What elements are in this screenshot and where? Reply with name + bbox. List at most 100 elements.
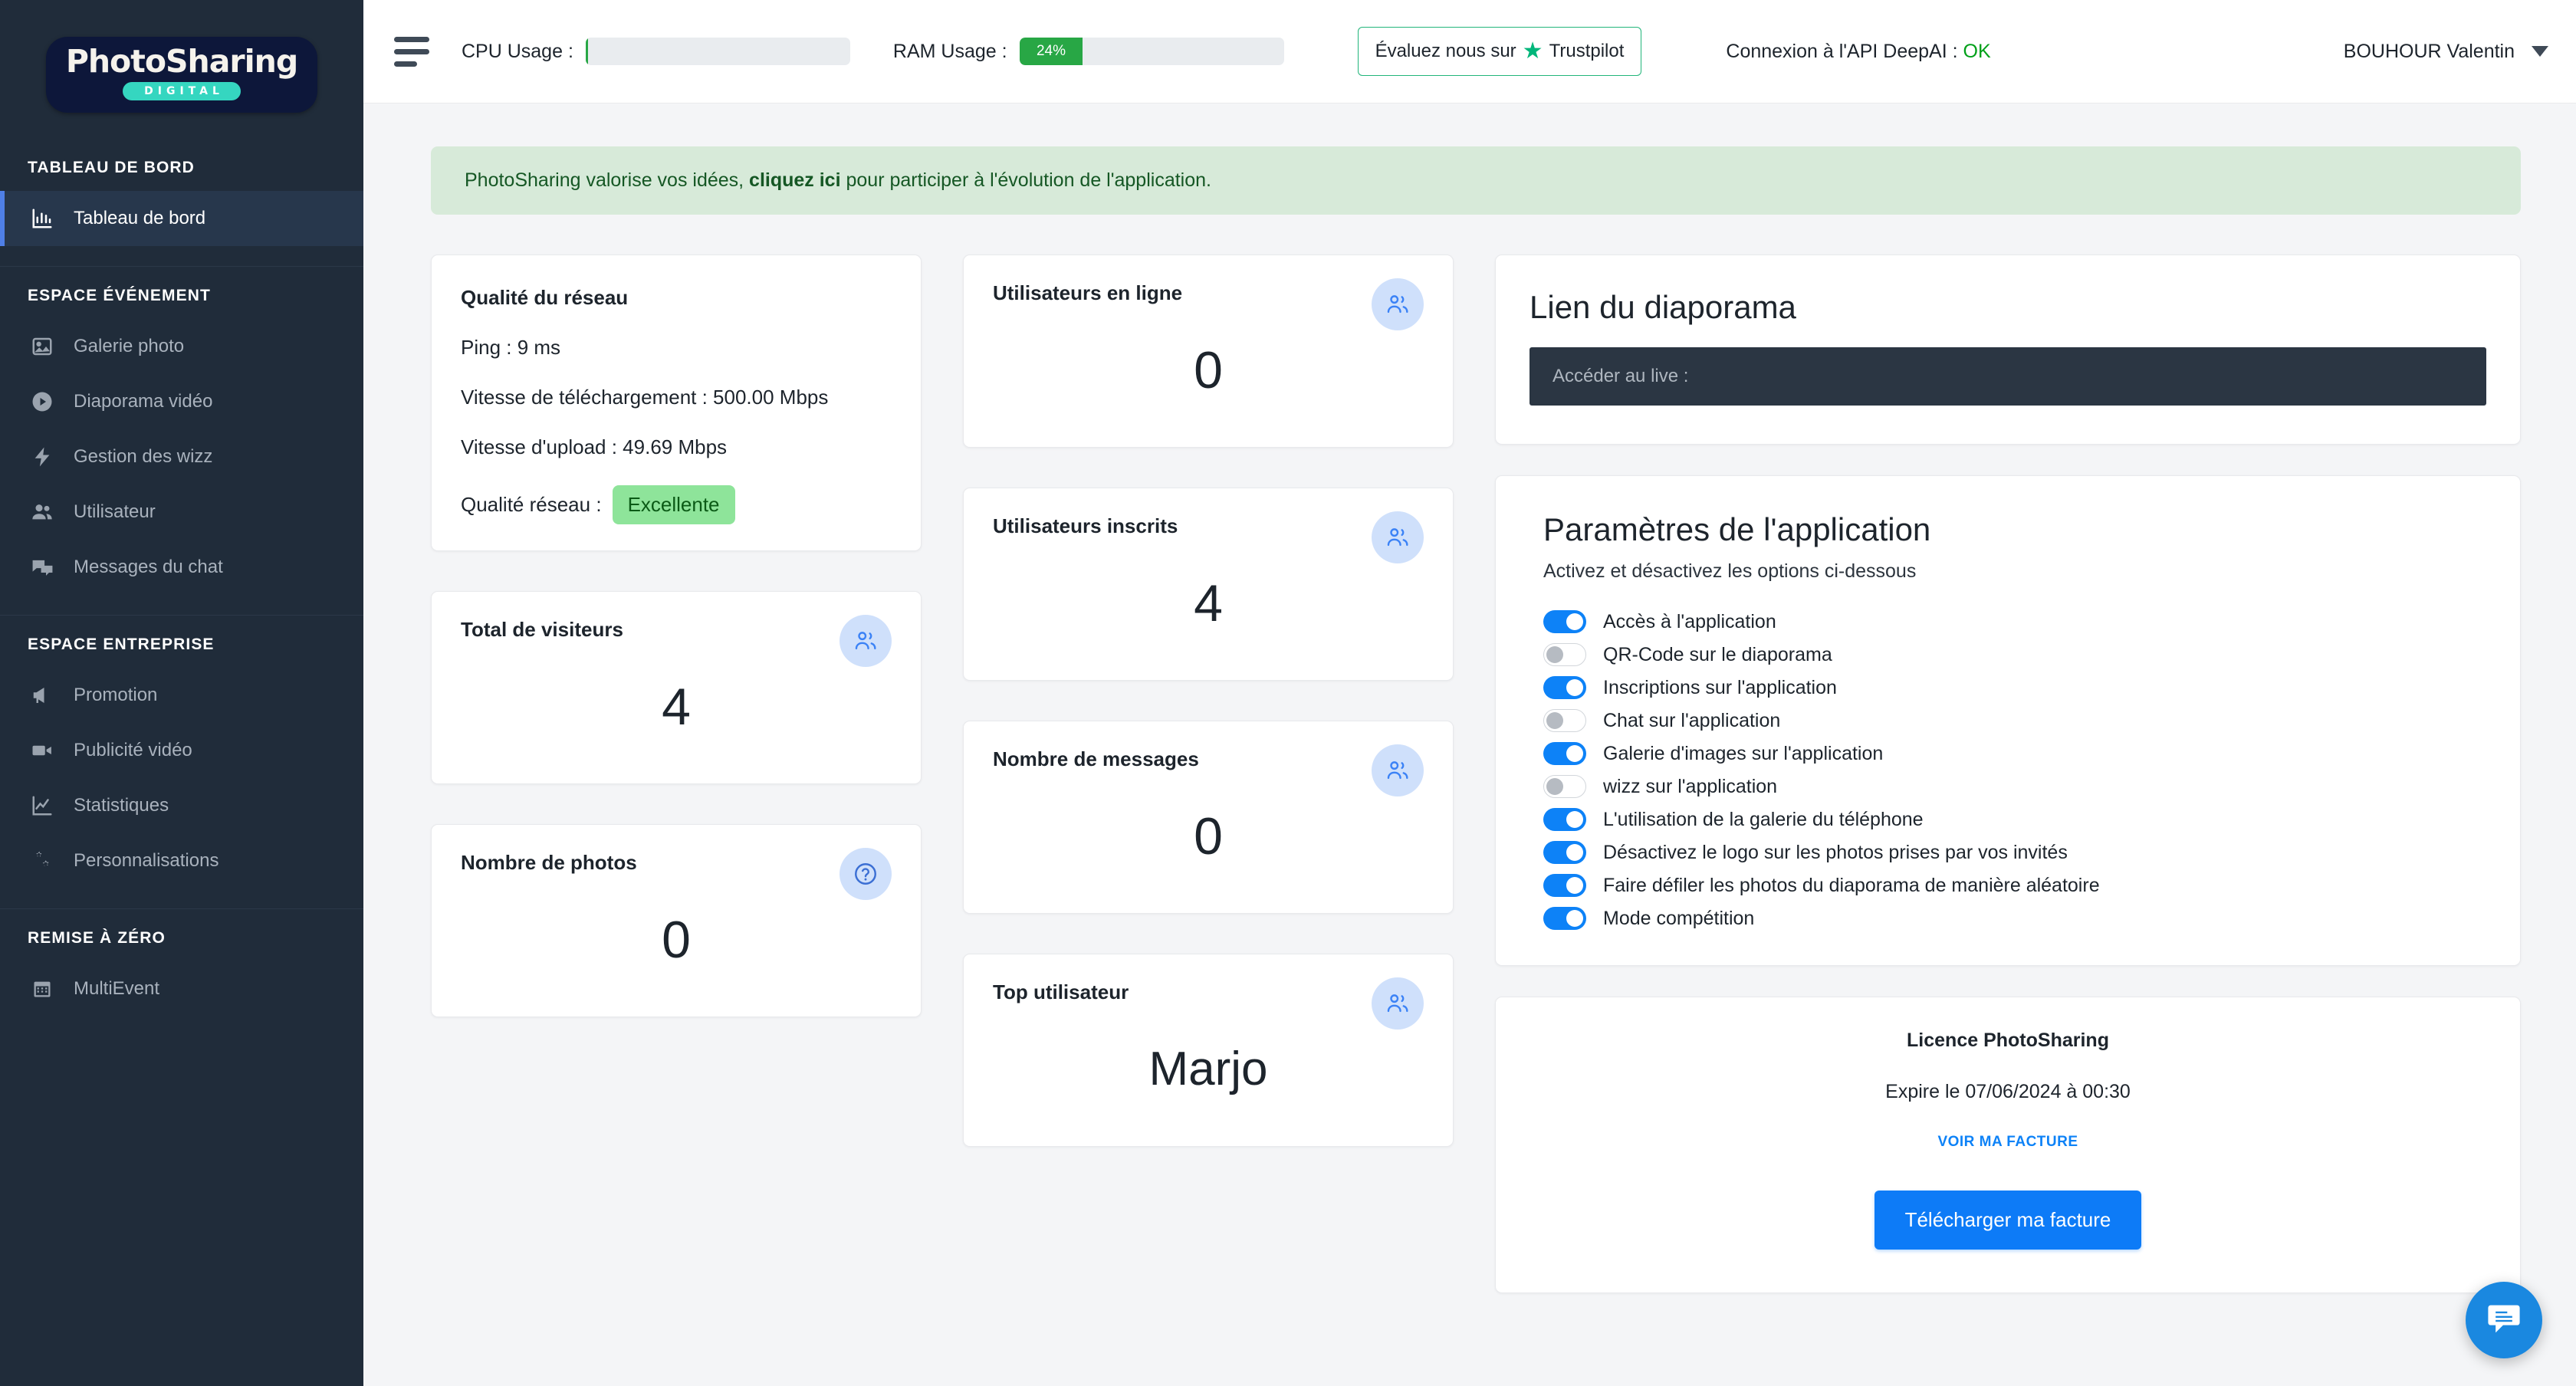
stat-card-nombre-de-photos: Nombre de photos 0 [431, 824, 922, 1017]
video-camera-icon [28, 737, 57, 764]
licence-title: Licence PhotoSharing [1907, 1030, 2109, 1051]
chevron-down-icon[interactable] [2532, 46, 2548, 57]
settings-title: Paramètres de l'application [1543, 511, 1931, 547]
stat-value: 4 [662, 678, 691, 736]
api-connection-status: Connexion à l'API DeepAI : OK [1726, 41, 1990, 63]
stat-value: 4 [1194, 574, 1223, 632]
sidebar-item-label: Tableau de bord [74, 208, 206, 228]
users-icon [1372, 977, 1424, 1030]
top-bar: CPU Usage : RAM Usage : 24% Évaluez nous… [363, 0, 2576, 103]
app-settings-card: Paramètres de l'application Activez et d… [1495, 475, 2521, 966]
bar-chart-icon [28, 205, 57, 232]
sidebar-item-personnalisations[interactable]: Personnalisations [0, 833, 363, 888]
sidebar-item-promotion[interactable]: Promotion [0, 668, 363, 723]
banner-text-after: pour participer à l'évolution de l'appli… [840, 169, 1211, 191]
column-left: Qualité du réseau Ping : 9 ms Vitesse de… [431, 255, 922, 1017]
hamburger-icon[interactable] [394, 36, 434, 67]
toggle-acces-application[interactable] [1543, 610, 1586, 633]
stat-title: Top utilisateur [993, 980, 1129, 1003]
line-chart-icon [28, 793, 57, 819]
setting-row-chat: Chat sur l'application [1543, 709, 2486, 732]
ram-usage-bar: 24% [1019, 38, 1284, 65]
bolt-icon [28, 444, 57, 470]
toggle-chat[interactable] [1543, 709, 1586, 732]
trustpilot-prefix-label: Évaluez nous sur [1375, 41, 1516, 61]
stat-title: Total de visiteurs [461, 618, 623, 641]
setting-row-inscriptions: Inscriptions sur l'application [1543, 676, 2486, 699]
ram-usage-fill: 24% [1019, 38, 1083, 65]
sidebar-divider-3 [0, 908, 363, 909]
network-ping: Ping : 9 ms [461, 336, 561, 359]
sidebar-item-label: Messages du chat [74, 557, 223, 577]
setting-label: Chat sur l'application [1603, 709, 1781, 731]
sidebar-item-multievent[interactable]: MultiEvent [0, 961, 363, 1017]
sidebar-divider-1 [0, 266, 363, 267]
slideshow-link-text: Accéder au live : [1552, 366, 1689, 386]
network-upload-speed: Vitesse d'upload : 49.69 Mbps [461, 435, 728, 458]
users-icon [1372, 744, 1424, 796]
toggle-desactiver-logo[interactable] [1543, 841, 1586, 864]
sidebar-item-diaporama-video[interactable]: Diaporama vidéo [0, 374, 363, 429]
toggle-defilement-aleatoire[interactable] [1543, 874, 1586, 897]
trustpilot-star-icon: ★ [1522, 38, 1543, 64]
setting-row-galerie-images: Galerie d'images sur l'application [1543, 742, 2486, 765]
chat-bubbles-icon [28, 554, 57, 580]
info-banner: PhotoSharing valorise vos idées, cliquez… [431, 146, 2521, 215]
user-name-label: BOUHOUR Valentin [2343, 40, 2515, 62]
setting-label: Accès à l'application [1603, 610, 1776, 632]
sidebar-item-tableau-de-bord[interactable]: Tableau de bord [0, 191, 363, 246]
sidebar-item-label: Promotion [74, 685, 158, 705]
brand-logo[interactable]: PhotoSharing DIGITAL [0, 0, 363, 139]
megaphone-icon [28, 682, 57, 708]
users-icon [840, 615, 892, 667]
column-middle: Utilisateurs en ligne 0 Utilisateurs ins… [963, 255, 1454, 1147]
view-invoice-link[interactable]: VOIR MA FACTURE [1530, 1134, 2486, 1151]
toggle-qr-code[interactable] [1543, 643, 1586, 666]
sidebar-item-messages-du-chat[interactable]: Messages du chat [0, 540, 363, 595]
toggle-galerie-telephone[interactable] [1543, 808, 1586, 831]
ram-usage-label: RAM Usage : [892, 40, 1007, 62]
setting-label: Galerie d'images sur l'application [1603, 742, 1884, 764]
toggle-inscriptions[interactable] [1543, 676, 1586, 699]
sidebar-section-title-evenement: ESPACE ÉVÉNEMENT [28, 287, 211, 304]
setting-label: L'utilisation de la galerie du téléphone [1603, 808, 1924, 830]
users-icon [1372, 278, 1424, 330]
sidebar-item-gestion-des-wizz[interactable]: Gestion des wizz [0, 429, 363, 484]
network-quality-label: Qualité réseau : [461, 493, 602, 516]
setting-row-defilement-aleatoire: Faire défiler les photos du diaporama de… [1543, 874, 2486, 897]
toggle-wizz[interactable] [1543, 775, 1586, 798]
dashboard-columns: Qualité du réseau Ping : 9 ms Vitesse de… [431, 255, 2521, 1293]
question-circle-icon [840, 848, 892, 900]
main-area: CPU Usage : RAM Usage : 24% Évaluez nous… [363, 0, 2576, 1386]
sidebar-section-title-entreprise: ESPACE ENTREPRISE [28, 636, 215, 653]
setting-label: Faire défiler les photos du diaporama de… [1603, 874, 2100, 896]
trustpilot-button[interactable]: Évaluez nous sur ★ Trustpilot [1357, 27, 1642, 76]
sidebar-item-label: Utilisateur [74, 501, 156, 522]
stat-card-top-utilisateur: Top utilisateur Marjo [963, 954, 1454, 1147]
network-download-speed: Vitesse de téléchargement : 500.00 Mbps [461, 386, 829, 409]
setting-row-acces-application: Accès à l'application [1543, 610, 2486, 633]
settings-subtitle: Activez et désactivez les options ci-des… [1543, 560, 1917, 582]
setting-row-mode-competition: Mode compétition [1543, 907, 2486, 930]
toggle-galerie-images[interactable] [1543, 742, 1586, 765]
chat-fab-button[interactable] [2466, 1282, 2542, 1358]
banner-link[interactable]: cliquez ici [749, 169, 840, 191]
api-status-value: OK [1963, 40, 1991, 62]
sidebar-item-label: MultiEvent [74, 978, 160, 999]
sidebar-item-utilisateur[interactable]: Utilisateur [0, 484, 363, 540]
download-invoice-button[interactable]: Télécharger ma facture [1874, 1191, 2142, 1250]
sidebar-item-publicite-video[interactable]: Publicité vidéo [0, 723, 363, 778]
sidebar-section-title-remise-a-zero: REMISE À ZÉRO [28, 929, 166, 947]
setting-row-qr-code: QR-Code sur le diaporama [1543, 643, 2486, 666]
user-menu[interactable]: BOUHOUR Valentin [2344, 41, 2548, 63]
licence-expiry: Expire le 07/06/2024 à 00:30 [1885, 1081, 2131, 1102]
toggle-mode-competition[interactable] [1543, 907, 1586, 930]
sidebar-item-galerie-photo[interactable]: Galerie photo [0, 319, 363, 374]
trustpilot-brand-label: Trustpilot [1549, 41, 1625, 61]
banner-text-before: PhotoSharing valorise vos idées, [465, 169, 750, 191]
sidebar-item-statistiques[interactable]: Statistiques [0, 778, 363, 833]
network-quality-row: Qualité réseau : Excellente [461, 485, 892, 524]
slideshow-link-field[interactable]: Accéder au live : [1530, 347, 2486, 406]
stat-value: 0 [1194, 341, 1223, 399]
app-root: PhotoSharing DIGITAL TABLEAU DE BORD Tab… [0, 0, 2576, 1386]
